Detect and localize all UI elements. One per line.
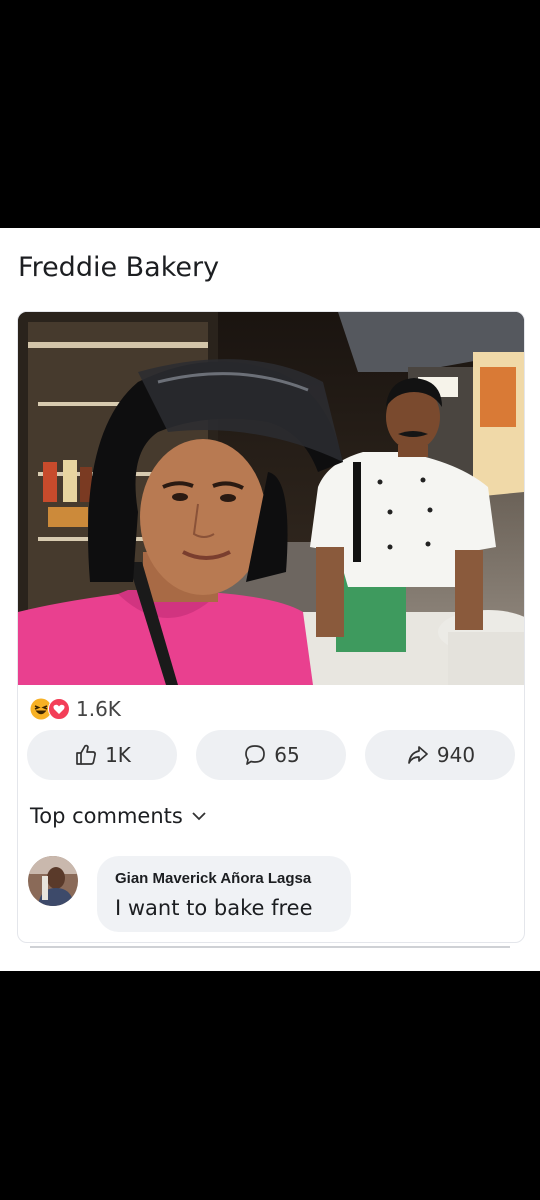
- comment-bubble[interactable]: Gian Maverick Añora Lagsa I want to bake…: [97, 856, 351, 932]
- avatar[interactable]: [28, 856, 78, 906]
- chevron-down-icon: [192, 812, 206, 821]
- comment-author[interactable]: Gian Maverick Añora Lagsa: [115, 870, 311, 887]
- post-screen: Freddie Bakery 1.6K 1K 65 940 Top commen…: [0, 228, 540, 971]
- post-photo[interactable]: [18, 312, 524, 685]
- share-icon: [408, 746, 428, 764]
- post-card: 1.6K 1K 65 940 Top comments Gian Maveric…: [17, 311, 525, 943]
- comments-sort-dropdown[interactable]: Top comments: [30, 804, 207, 828]
- share-count: 940: [436, 743, 476, 767]
- love-icon: [48, 698, 70, 720]
- like-count: 1K: [105, 743, 131, 767]
- comment-button[interactable]: 65: [196, 730, 346, 780]
- comment-icon: [245, 745, 266, 765]
- divider: [30, 946, 510, 948]
- comments-sort-label: Top comments: [30, 804, 183, 828]
- comment-text: I want to bake free: [115, 896, 313, 920]
- like-button[interactable]: 1K: [27, 730, 177, 780]
- reaction-summary[interactable]: 1.6K: [30, 694, 121, 724]
- reaction-count: 1.6K: [76, 697, 121, 721]
- page-title[interactable]: Freddie Bakery: [18, 252, 219, 283]
- comment-count: 65: [274, 743, 300, 767]
- like-icon: [76, 744, 97, 765]
- share-button[interactable]: 940: [365, 730, 515, 780]
